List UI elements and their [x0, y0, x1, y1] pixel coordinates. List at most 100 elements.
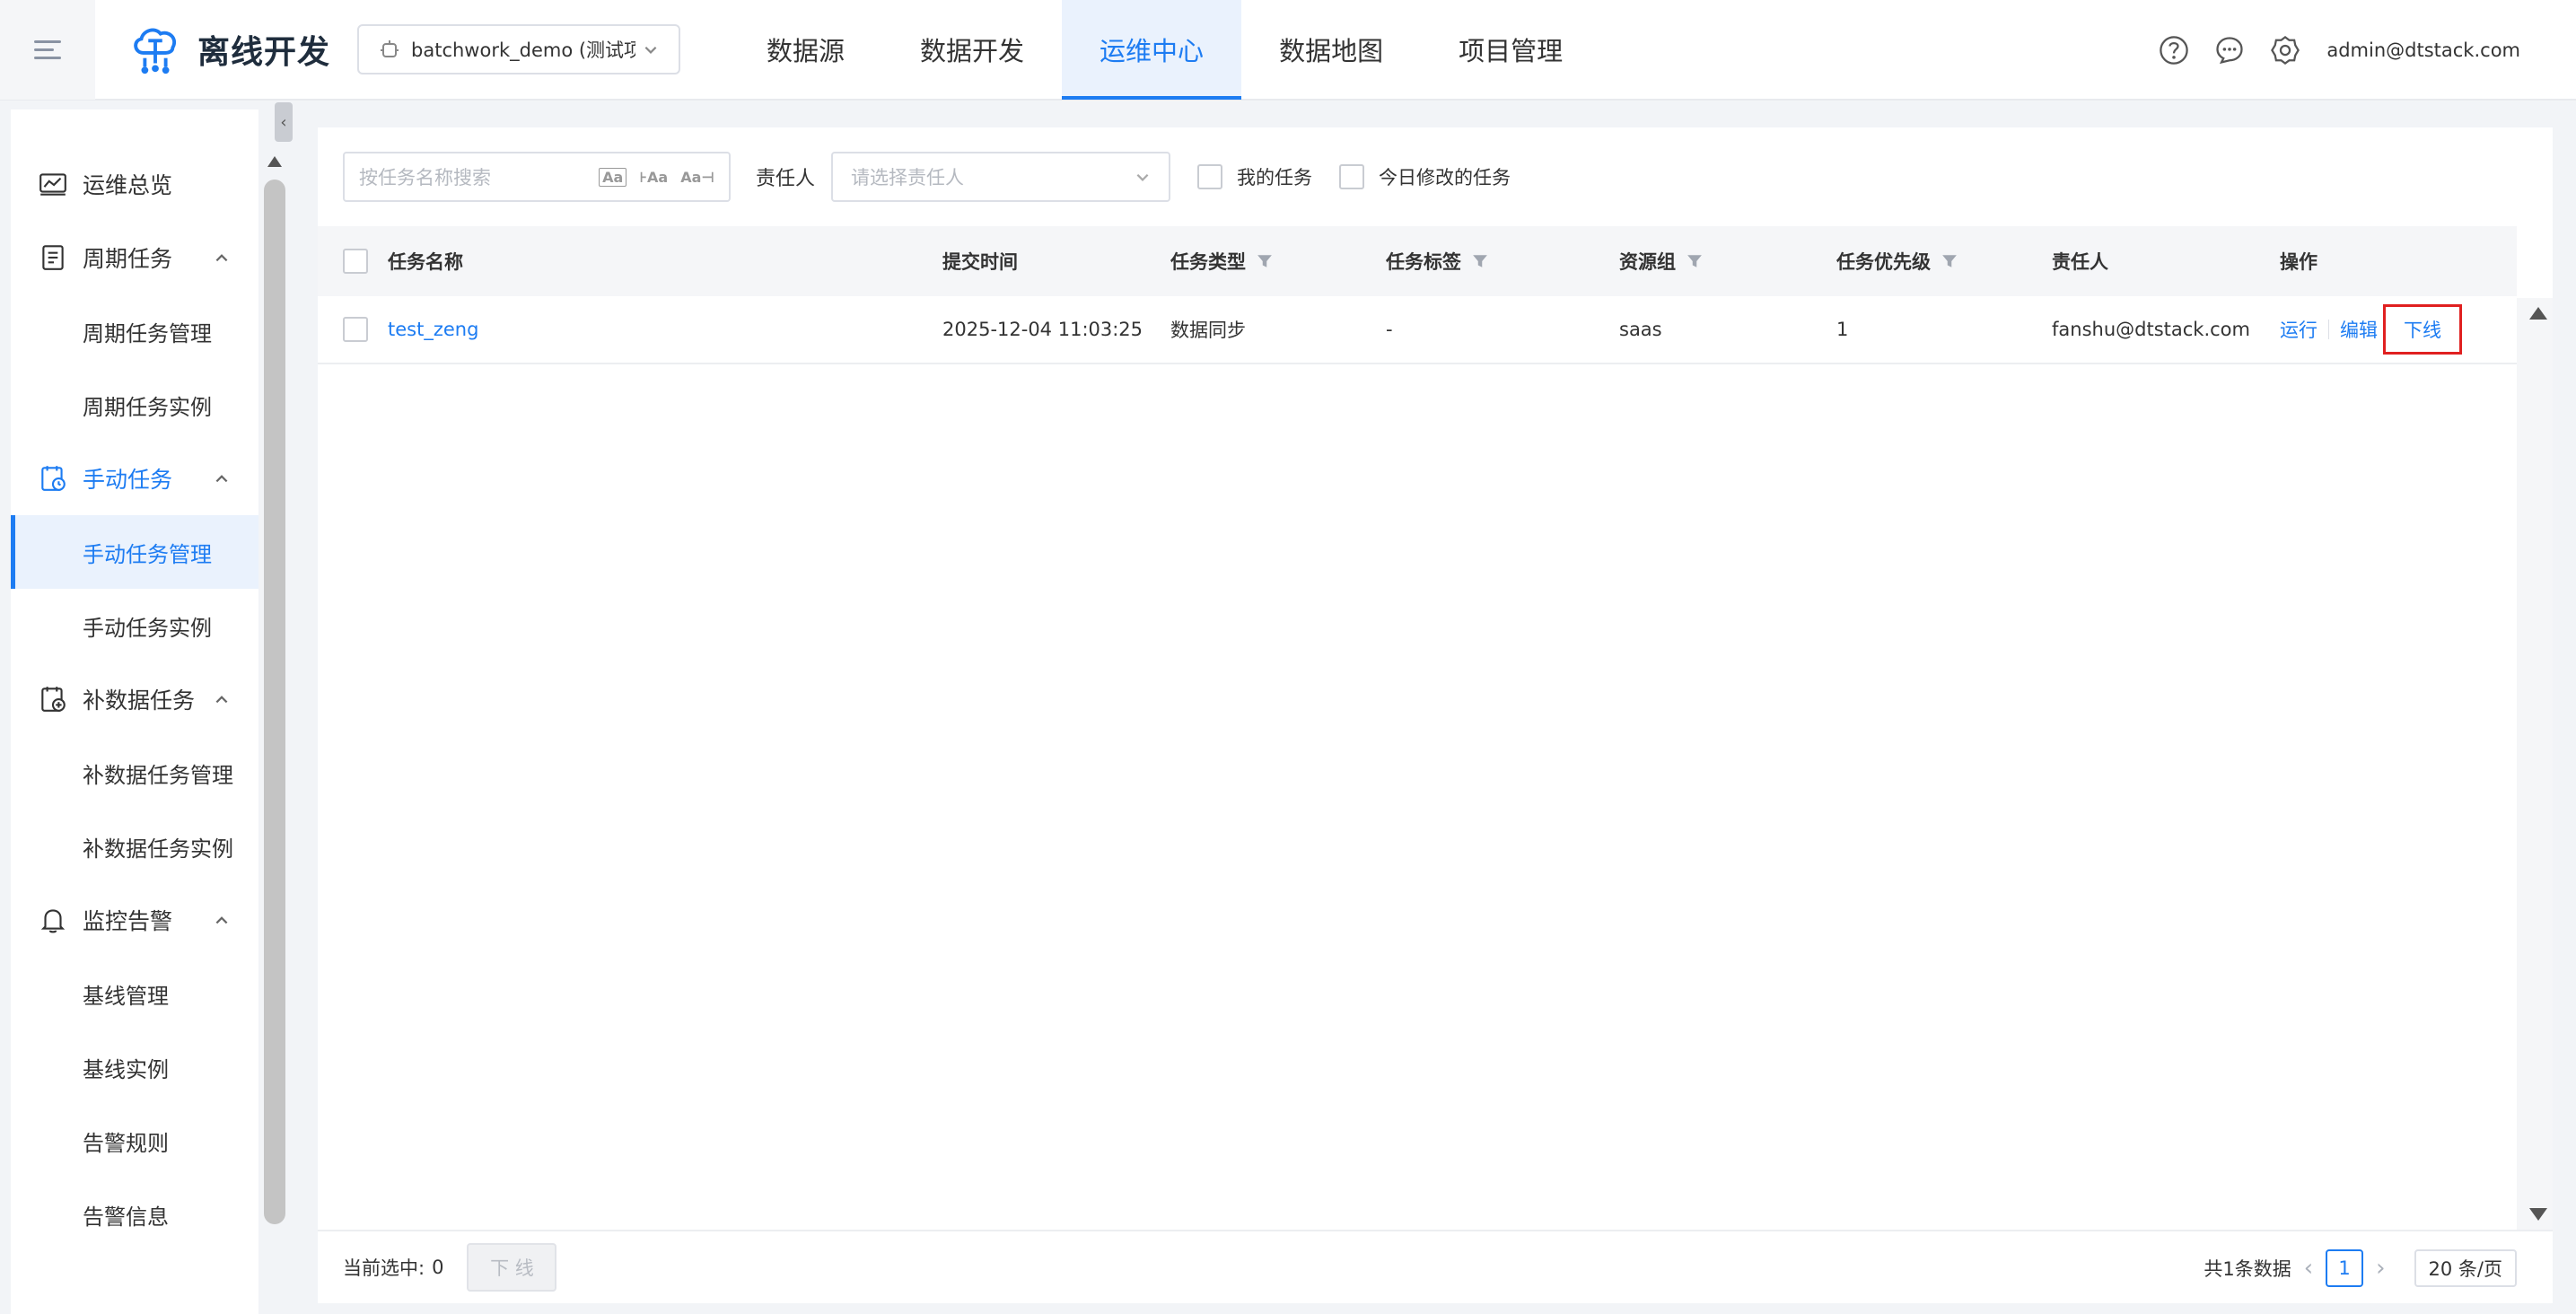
sidebar-label: 监控告警 — [83, 908, 173, 934]
col-label: 任务优先级 — [1836, 251, 1931, 273]
table-header: 任务名称 提交时间 任务类型 任务标签 资源组 任务优先级 责任人 操作 — [318, 226, 2517, 296]
selected-count: 0 — [432, 1257, 444, 1278]
run-button[interactable]: 运行 — [2280, 316, 2318, 343]
filter-icon[interactable] — [1687, 253, 1703, 269]
task-search-input[interactable]: 按任务名称搜索 Aa ⊦Aa Aa⊣ — [343, 152, 731, 202]
hamburger-icon — [34, 35, 61, 65]
today-modified-checkbox[interactable]: 今日修改的任务 — [1339, 163, 1511, 190]
checkbox-label: 今日修改的任务 — [1379, 167, 1511, 188]
match-suffix-icon[interactable]: Aa⊣ — [680, 169, 714, 186]
settings-gear-icon[interactable] — [2269, 34, 2301, 66]
scroll-up-icon[interactable] — [2529, 307, 2547, 320]
table-row: test_zeng 2025-12-04 11:03:25 数据同步 - saa… — [318, 296, 2517, 364]
cloud-logo-icon — [134, 28, 177, 74]
menu-toggle-button[interactable] — [0, 0, 95, 100]
help-icon[interactable] — [2158, 34, 2190, 66]
checkbox-box[interactable] — [1339, 164, 1365, 189]
page-number[interactable]: 1 — [2326, 1249, 2364, 1287]
match-prefix-icon[interactable]: ⊦Aa — [639, 169, 668, 186]
col-task-type: 任务类型 — [1170, 248, 1273, 275]
col-resource-group: 资源组 — [1619, 248, 1703, 275]
filter-bar: 按任务名称搜索 Aa ⊦Aa Aa⊣ 责任人 请选择责任人 我的任务 今日修改的… — [318, 127, 2553, 226]
sidebar-item-periodic-instance[interactable]: 周期任务实例 — [11, 368, 258, 442]
nav-ops-center[interactable]: 运维中心 — [1062, 0, 1242, 100]
col-label: 资源组 — [1619, 251, 1676, 273]
sidebar-scroll-up-icon[interactable] — [267, 156, 282, 167]
pagination: 共1条数据 ‹ 1 › 20 条/页 — [2204, 1231, 2517, 1305]
task-table: 任务名称 提交时间 任务类型 任务标签 资源组 任务优先级 责任人 操作 tes… — [318, 226, 2517, 364]
owner: fanshu@dtstack.com — [2052, 319, 2250, 340]
sidebar-item-manual-instance[interactable]: 手动任务实例 — [11, 589, 258, 662]
sidebar-item-periodic-mgmt[interactable]: 周期任务管理 — [11, 294, 258, 368]
sidebar-group-backfill[interactable]: 补数据任务 — [11, 662, 258, 736]
col-label: 任务标签 — [1386, 251, 1461, 273]
batch-offline-button[interactable]: 下 线 — [467, 1243, 557, 1292]
bell-icon — [40, 909, 66, 933]
sidebar-item-alert-rules[interactable]: 告警规则 — [11, 1104, 258, 1178]
col-task-name: 任务名称 — [388, 251, 463, 273]
next-page-icon[interactable]: › — [2376, 1255, 2385, 1282]
sidebar-collapse-button[interactable]: ‹ — [275, 102, 293, 142]
sidebar-group-manual[interactable]: 手动任务 — [11, 442, 258, 515]
row-checkbox[interactable] — [343, 317, 368, 342]
chevron-up-icon — [215, 696, 228, 704]
chevron-up-icon — [215, 475, 228, 483]
nav-data-dev[interactable]: 数据开发 — [882, 0, 1062, 100]
sidebar-group-periodic[interactable]: 周期任务 — [11, 221, 258, 294]
resource-group: saas — [1619, 319, 1662, 340]
user-account[interactable]: admin@dtstack.com — [2326, 39, 2520, 61]
search-placeholder: 按任务名称搜索 — [359, 167, 491, 188]
owner-select[interactable]: 请选择责任人 — [831, 152, 1171, 202]
filter-icon[interactable] — [1941, 253, 1958, 269]
col-submit-time: 提交时间 — [942, 251, 1018, 273]
sidebar-group-alerts[interactable]: 监控告警 — [11, 883, 258, 957]
nav-datasource[interactable]: 数据源 — [729, 0, 882, 100]
owner-placeholder: 请选择责任人 — [851, 167, 965, 188]
page-size-select[interactable]: 20 条/页 — [2414, 1249, 2517, 1287]
project-select[interactable]: batchwork_demo (测试项... — [357, 24, 681, 74]
table-scrollbar[interactable] — [2517, 298, 2553, 1231]
sidebar-item-alert-info[interactable]: 告警信息 — [11, 1178, 258, 1251]
match-case-icon[interactable]: Aa — [599, 167, 627, 187]
task-name-link[interactable]: test_zeng — [388, 319, 478, 340]
backfill-task-icon — [41, 687, 66, 712]
dashboard-icon — [39, 173, 66, 196]
sidebar-label: 手动任务 — [83, 467, 173, 493]
prev-page-icon[interactable]: ‹ — [2304, 1255, 2313, 1282]
top-header: 离线开发 batchwork_demo (测试项... 数据源 数据开发 运维中… — [0, 0, 2576, 101]
brand: 离线开发 — [127, 22, 330, 77]
checkbox-box[interactable] — [1197, 164, 1223, 189]
chevron-up-icon — [215, 254, 228, 262]
periodic-task-icon — [42, 245, 64, 270]
sidebar-scrollbar[interactable] — [264, 180, 285, 1224]
chevron-down-icon — [644, 46, 657, 54]
offline-button[interactable]: 下线 — [2383, 304, 2462, 355]
priority: 1 — [1836, 319, 1849, 340]
edit-button[interactable]: 编辑 — [2340, 316, 2378, 343]
nav-project-mgmt[interactable]: 项目管理 — [1421, 0, 1600, 100]
checkbox-label: 我的任务 — [1237, 167, 1313, 188]
col-actions: 操作 — [2280, 251, 2318, 273]
sidebar-item-overview[interactable]: 运维总览 — [11, 147, 258, 221]
message-icon[interactable] — [2213, 34, 2246, 66]
task-tag: - — [1386, 319, 1393, 340]
app-title: 离线开发 — [197, 34, 331, 71]
col-task-tag: 任务标签 — [1386, 248, 1488, 275]
nav-data-map[interactable]: 数据地图 — [1241, 0, 1421, 100]
filter-icon[interactable] — [1472, 253, 1488, 269]
scroll-down-icon[interactable] — [2529, 1208, 2547, 1221]
filter-icon[interactable] — [1257, 253, 1273, 269]
sidebar-item-manual-mgmt[interactable]: 手动任务管理 — [11, 515, 258, 589]
sidebar-label: 周期任务 — [83, 246, 173, 272]
divider — [2328, 320, 2329, 339]
owner-filter-label: 责任人 — [756, 168, 816, 190]
sidebar-item-backfill-mgmt[interactable]: 补数据任务管理 — [11, 736, 258, 810]
sidebar-item-baseline-mgmt[interactable]: 基线管理 — [11, 957, 258, 1030]
my-tasks-checkbox[interactable]: 我的任务 — [1197, 163, 1312, 190]
sidebar-label: 运维总览 — [83, 172, 173, 198]
select-all-checkbox[interactable] — [343, 249, 368, 274]
sidebar-item-backfill-instance[interactable]: 补数据任务实例 — [11, 810, 258, 883]
sidebar-item-baseline-instance[interactable]: 基线实例 — [11, 1030, 258, 1104]
col-priority: 任务优先级 — [1836, 248, 1958, 275]
sidebar-label: 补数据任务 — [83, 688, 196, 714]
